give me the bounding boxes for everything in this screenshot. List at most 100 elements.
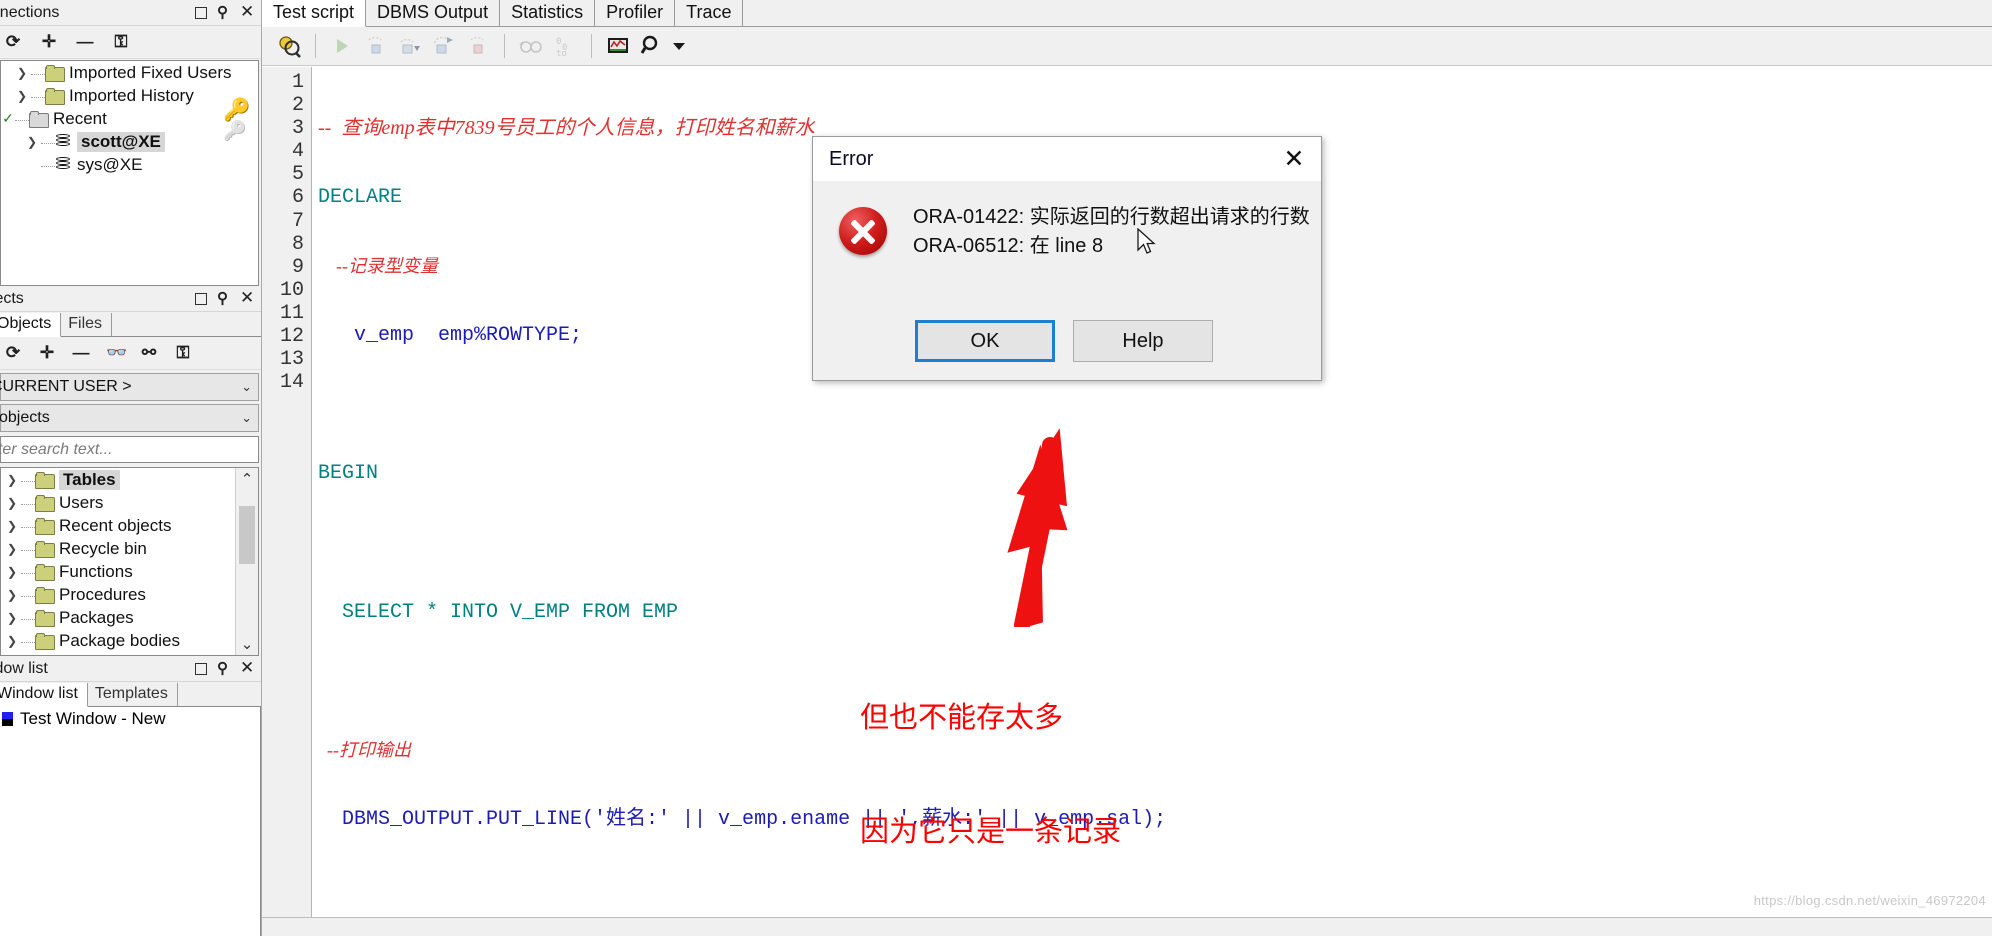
- window-icon: [2, 712, 13, 726]
- objects-item-functions[interactable]: ❯ Functions: [1, 560, 258, 583]
- chevron-right-icon[interactable]: ❯: [3, 565, 21, 579]
- scrollbar-thumb[interactable]: [239, 506, 255, 564]
- help-button[interactable]: Help: [1073, 320, 1213, 362]
- close-icon[interactable]: ✕: [1273, 142, 1315, 176]
- close-icon[interactable]: ✕: [240, 3, 254, 20]
- find-icon[interactable]: [635, 31, 669, 61]
- step-out-icon[interactable]: [427, 31, 461, 61]
- step-over-icon[interactable]: [393, 31, 427, 61]
- objects-item-procedures[interactable]: ❯ Procedures: [1, 583, 258, 606]
- tab-objects[interactable]: Objects: [0, 313, 62, 337]
- owner-select[interactable]: CURRENT USER > ⌄: [0, 373, 259, 401]
- line-number: 10: [279, 278, 304, 302]
- tab-test-script-label: Test script: [273, 2, 355, 22]
- line-number: 13: [279, 348, 304, 372]
- left-dock: onnections ⚲ ✕ ⟳ ✛ — ⚿ 🔑 🔑 ❯: [0, 0, 262, 936]
- objects-item-tables[interactable]: ❯ Tables: [1, 468, 258, 491]
- step-into-icon[interactable]: [359, 31, 393, 61]
- tab-profiler[interactable]: Profiler: [595, 0, 676, 26]
- refresh-icon[interactable]: ⟳: [4, 344, 22, 362]
- objects-tree-scrollbar[interactable]: ⌃ ⌄: [235, 468, 258, 655]
- tree-item-imported-fixed-users[interactable]: ❯ Imported Fixed Users: [1, 61, 258, 84]
- tab-dbms-output[interactable]: DBMS Output: [366, 0, 501, 26]
- tree-item-sys-xe[interactable]: sys@XE: [1, 153, 258, 176]
- chevron-down-icon[interactable]: ⌄: [241, 379, 252, 395]
- restore-icon[interactable]: [195, 662, 207, 675]
- chevron-right-icon[interactable]: ❯: [3, 588, 21, 602]
- scroll-up-icon[interactable]: ⌃: [241, 468, 254, 490]
- tab-test-script[interactable]: Test script: [262, 0, 367, 27]
- chevron-right-icon[interactable]: ❯: [13, 89, 31, 103]
- restore-icon[interactable]: [195, 6, 207, 19]
- chevron-right-icon[interactable]: ❯: [23, 135, 41, 149]
- execute-icon[interactable]: [325, 31, 359, 61]
- close-icon[interactable]: ✕: [240, 289, 254, 306]
- object-type-select[interactable]: l objects ⌄: [0, 404, 259, 432]
- line-number: 5: [291, 163, 304, 187]
- object-search-input[interactable]: nter search text...: [0, 436, 259, 463]
- status-bar: [262, 917, 1992, 936]
- chevron-right-icon[interactable]: ❯: [3, 473, 21, 487]
- pin-icon[interactable]: ⚲: [217, 291, 230, 306]
- refresh-icon[interactable]: ⟳: [4, 33, 22, 51]
- ok-button[interactable]: OK: [915, 320, 1055, 362]
- explain-plan-icon[interactable]: [272, 31, 306, 61]
- objects-toolbar: ⟳ ✛ — 👓 ⚯ ⚿: [0, 337, 261, 370]
- tab-window-list-label: Window list: [0, 685, 78, 702]
- close-icon[interactable]: ✕: [240, 659, 254, 676]
- add-icon[interactable]: ✛: [38, 344, 56, 362]
- objects-item-users[interactable]: ❯ Users: [1, 491, 258, 514]
- chevron-right-icon[interactable]: ❯: [13, 66, 31, 80]
- tab-templates[interactable]: Templates: [88, 683, 178, 706]
- tree-item-imported-history[interactable]: ❯ Imported History: [1, 84, 258, 107]
- code-line: BEGIN: [318, 462, 379, 486]
- remove-icon[interactable]: —: [72, 344, 90, 362]
- key-gold-icon: 🔑: [223, 97, 251, 122]
- tab-window-list[interactable]: Window list: [0, 683, 88, 707]
- connections-tree[interactable]: 🔑 🔑 ❯ Imported Fixed Users ❯ Imported Hi…: [0, 60, 259, 286]
- chevron-down-icon[interactable]: ⌄: [241, 410, 252, 426]
- edit-connection-icon[interactable]: ⚿: [112, 33, 130, 51]
- output-icon[interactable]: [601, 31, 635, 61]
- objects-item-recycle-bin[interactable]: ❯ Recycle bin: [1, 537, 258, 560]
- list-item[interactable]: Test Window - New: [0, 707, 260, 731]
- filter-icon[interactable]: ⚯: [140, 344, 158, 362]
- add-icon[interactable]: ✛: [40, 33, 58, 51]
- pin-icon[interactable]: ⚲: [217, 5, 230, 20]
- remove-icon[interactable]: —: [76, 33, 94, 51]
- error-dialog[interactable]: Error ✕ ORA-01422: 实际返回的行数超出请求的行数 ORA-06…: [812, 136, 1322, 381]
- run-to-exception-icon[interactable]: [461, 31, 495, 61]
- error-message-line-1: ORA-01422: 实际返回的行数超出请求的行数: [913, 206, 1310, 228]
- objects-item-label: Users: [59, 492, 104, 512]
- objects-item-label: Tables: [59, 469, 120, 490]
- tab-statistics[interactable]: Statistics: [500, 0, 596, 26]
- breakpoints-icon[interactable]: [514, 31, 548, 61]
- chevron-right-icon[interactable]: ❯: [3, 496, 21, 510]
- tree-item-scott-xe[interactable]: ❯ scott@XE: [1, 130, 258, 153]
- objects-tree[interactable]: ⌃ ⌄ ❯ Tables ❯ Users ❯ Recent objects ❯ …: [0, 467, 259, 656]
- objects-item-recent-objects[interactable]: ❯ Recent objects: [1, 514, 258, 537]
- objects-panel: bjects ⚲ ✕ Objects Files ⟳ ✛ — 👓: [0, 286, 261, 656]
- variables-icon[interactable]: 0 0 to: [548, 31, 582, 61]
- restore-icon[interactable]: [195, 292, 207, 305]
- chevron-right-icon[interactable]: ❯: [3, 519, 21, 533]
- chevron-right-icon[interactable]: ❯: [3, 542, 21, 556]
- toolbar-separator: [591, 34, 592, 58]
- objects-item-packages[interactable]: ❯ Packages: [1, 606, 258, 629]
- edit-icon[interactable]: ⚿: [174, 344, 192, 362]
- tab-trace[interactable]: Trace: [675, 0, 744, 26]
- pin-icon[interactable]: ⚲: [217, 661, 230, 676]
- dropdown-arrow-icon[interactable]: [669, 31, 689, 61]
- chevron-right-icon[interactable]: ❯: [3, 611, 21, 625]
- tab-files[interactable]: Files: [61, 313, 113, 336]
- find-icon[interactable]: 👓: [106, 344, 127, 362]
- scroll-down-icon[interactable]: ⌄: [241, 633, 254, 655]
- tree-item-recent[interactable]: ✓ Recent: [1, 107, 258, 130]
- tree-item-label: Recent: [53, 108, 107, 128]
- objects-item-package-bodies[interactable]: ❯ Package bodies: [1, 629, 258, 652]
- chevron-right-icon[interactable]: ❯: [3, 634, 21, 648]
- tree-item-label: scott@XE: [77, 131, 165, 152]
